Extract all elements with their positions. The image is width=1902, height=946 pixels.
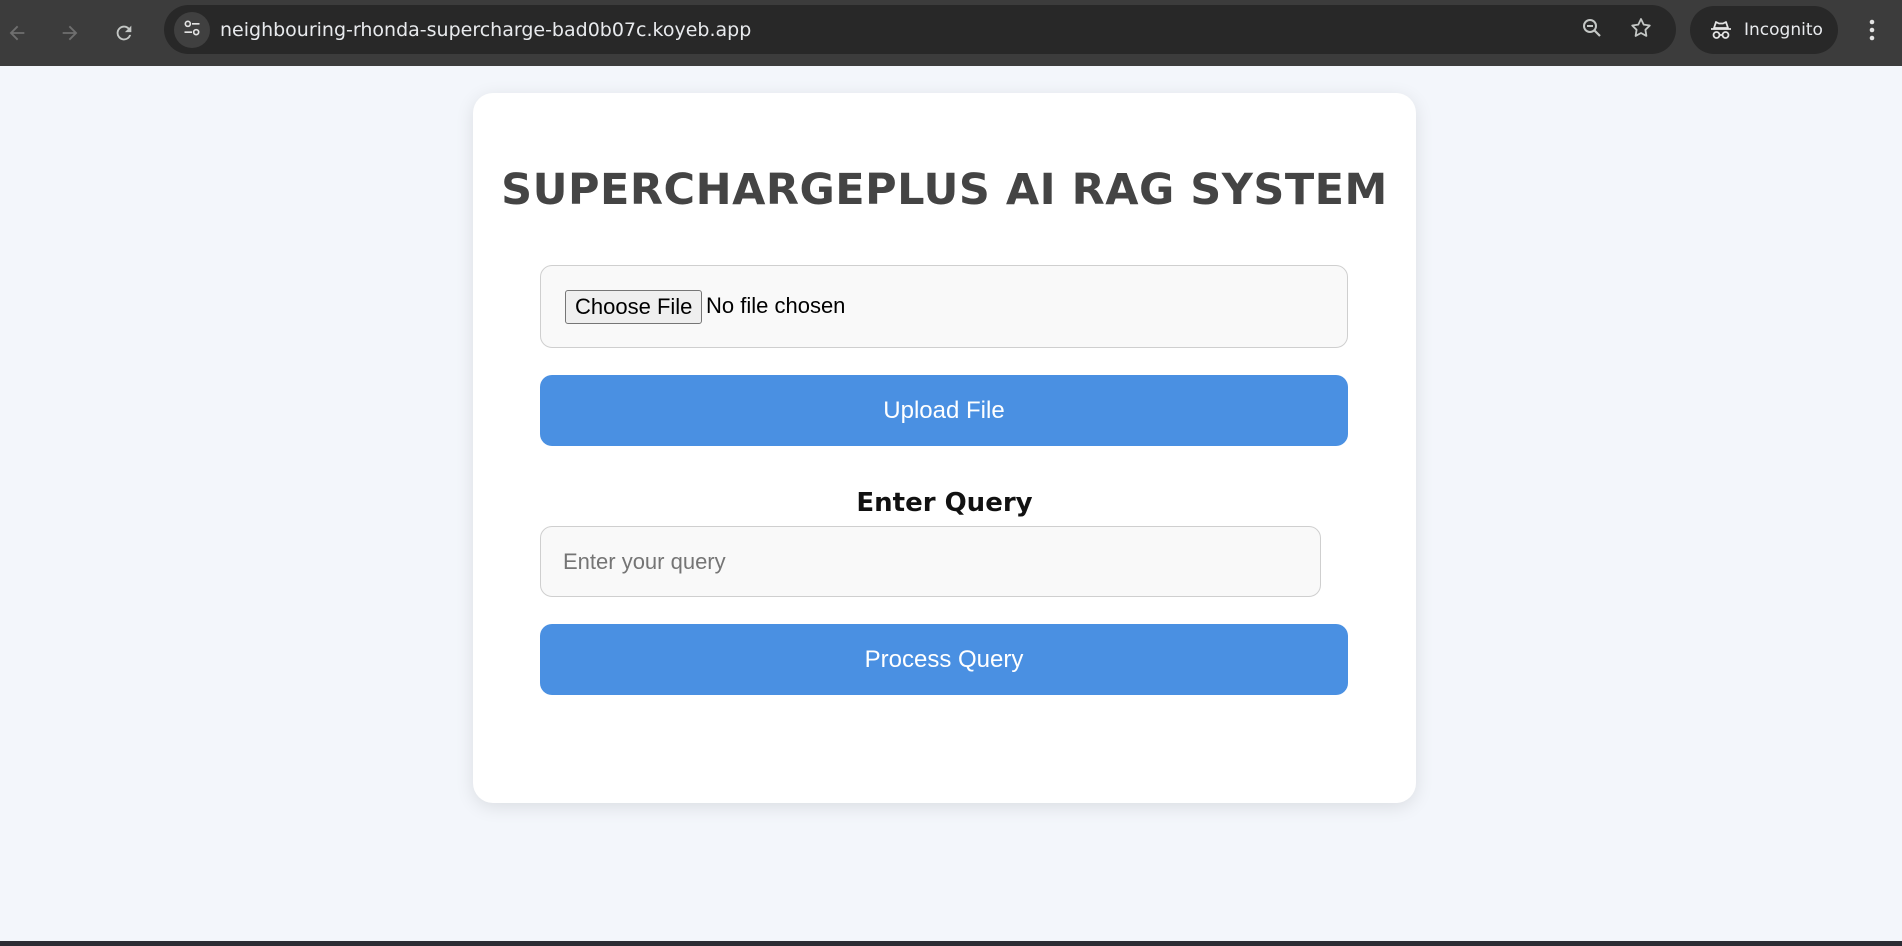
star-icon (1629, 16, 1653, 45)
address-bar[interactable]: neighbouring-rhonda-supercharge-bad0b07c… (164, 5, 1676, 54)
query-input[interactable] (540, 526, 1321, 597)
arrow-right-icon (59, 22, 81, 44)
main-card: SUPERCHARGEPLUS AI RAG SYSTEM Choose Fil… (473, 93, 1416, 803)
incognito-indicator[interactable]: Incognito (1690, 6, 1838, 54)
browser-toolbar: neighbouring-rhonda-supercharge-bad0b07c… (0, 0, 1902, 66)
forward-button[interactable] (50, 13, 90, 53)
file-input-container[interactable]: Choose File No file chosen (540, 265, 1348, 348)
arrow-left-icon (6, 22, 28, 44)
reload-icon (113, 22, 135, 44)
process-query-button[interactable]: Process Query (540, 624, 1348, 695)
bookmark-button[interactable] (1628, 17, 1654, 43)
kebab-menu-icon (1868, 18, 1876, 47)
site-info-button[interactable] (174, 12, 210, 48)
browser-menu-button[interactable] (1860, 14, 1884, 50)
upload-file-button[interactable]: Upload File (540, 375, 1348, 446)
back-button[interactable] (0, 13, 37, 53)
tune-icon (182, 18, 202, 43)
incognito-icon (1708, 17, 1734, 43)
zoom-out-icon (1580, 16, 1604, 45)
zoom-button[interactable] (1579, 17, 1605, 43)
file-status-text: No file chosen (706, 293, 846, 318)
reload-button[interactable] (104, 13, 144, 53)
page-title: SUPERCHARGEPLUS AI RAG SYSTEM (501, 165, 1388, 215)
url-text[interactable]: neighbouring-rhonda-supercharge-bad0b07c… (220, 19, 751, 41)
bottom-divider (0, 941, 1902, 946)
incognito-label: Incognito (1744, 20, 1823, 40)
choose-file-button[interactable]: Choose File (565, 290, 703, 324)
query-label: Enter Query (856, 488, 1033, 518)
